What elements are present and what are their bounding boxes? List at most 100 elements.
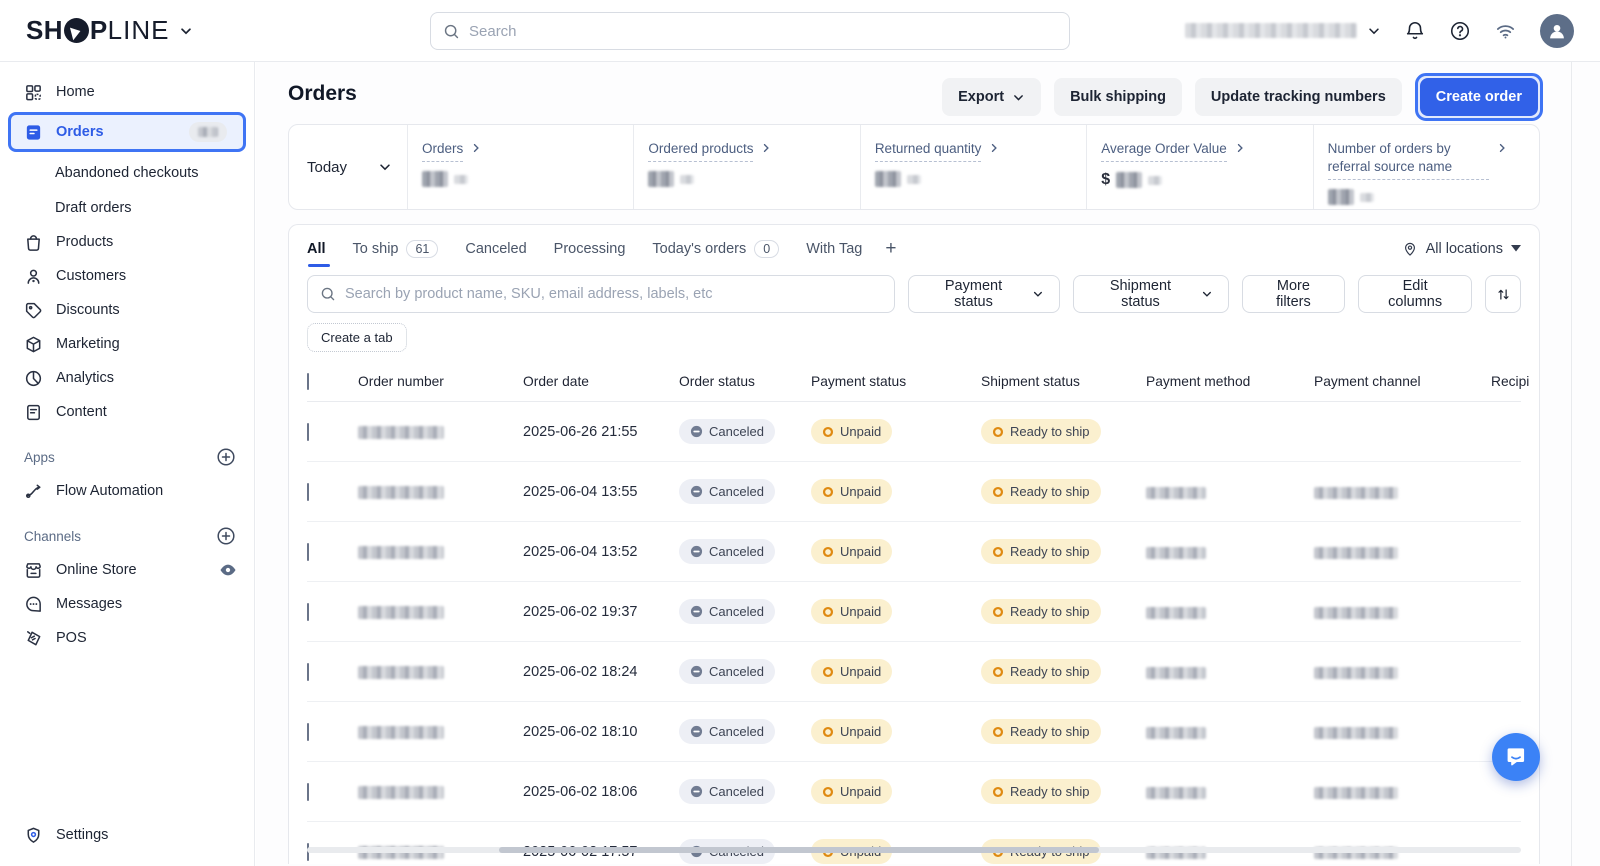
sidebar-item-draft-orders[interactable]: Draft orders bbox=[0, 190, 254, 225]
row-checkbox[interactable] bbox=[307, 723, 309, 741]
payment-channel-redacted bbox=[1314, 607, 1398, 619]
order-row[interactable]: 2025-06-02 17:57 Canceled Unpaid Ready t… bbox=[307, 822, 1521, 864]
shipment-status-dropdown[interactable]: Shipment status bbox=[1073, 275, 1229, 313]
row-checkbox[interactable] bbox=[307, 783, 309, 801]
payment-status-badge: Unpaid bbox=[811, 719, 892, 744]
order-tab[interactable]: All bbox=[307, 225, 326, 272]
sidebar-item-settings[interactable]: Settings bbox=[0, 818, 254, 852]
sidebar-item-analytics[interactable]: Analytics bbox=[0, 361, 254, 395]
create-order-highlight-box: Create order bbox=[1415, 73, 1543, 121]
flow-automation-icon bbox=[24, 482, 43, 501]
location-filter-dropdown[interactable]: All locations bbox=[1402, 241, 1521, 257]
column-header: Order number bbox=[358, 374, 523, 389]
order-number-redacted bbox=[358, 486, 444, 499]
sidebar-item-label: Messages bbox=[56, 596, 238, 612]
sidebar-item-online-store[interactable]: Online Store bbox=[0, 553, 254, 587]
ready-to-ship-icon bbox=[992, 666, 1004, 678]
order-row[interactable]: 2025-06-04 13:52 Canceled Unpaid Ready t… bbox=[307, 522, 1521, 582]
chevron-down-icon bbox=[1511, 245, 1521, 252]
order-row[interactable]: 2025-06-02 18:06 Canceled Unpaid Ready t… bbox=[307, 762, 1521, 822]
sidebar-item-label: Products bbox=[56, 234, 238, 250]
store-name-redacted bbox=[1185, 23, 1357, 38]
date-range-dropdown[interactable]: Today bbox=[289, 125, 408, 209]
chevron-down-icon bbox=[1032, 288, 1044, 300]
more-filters-button[interactable]: More filters bbox=[1242, 275, 1345, 313]
sidebar-item-marketing[interactable]: Marketing bbox=[0, 327, 254, 361]
sidebar-item-products[interactable]: Products bbox=[0, 225, 254, 259]
chevron-right-icon bbox=[760, 142, 772, 154]
order-row[interactable]: 2025-06-26 21:55 Canceled Unpaid Ready t… bbox=[307, 402, 1521, 462]
horizontal-scrollbar-thumb[interactable] bbox=[499, 847, 1099, 853]
vertical-scrollbar-track[interactable] bbox=[1571, 62, 1572, 866]
stat-metric-link[interactable]: Returned quantity bbox=[875, 140, 1001, 162]
order-row[interactable]: 2025-06-04 13:55 Canceled Unpaid Ready t… bbox=[307, 462, 1521, 522]
sidebar-item-customers[interactable]: Customers bbox=[0, 259, 254, 293]
order-row[interactable]: 2025-06-02 18:10 Canceled Unpaid Ready t… bbox=[307, 702, 1521, 762]
help-icon[interactable] bbox=[1449, 20, 1471, 42]
order-status-badge: Canceled bbox=[679, 419, 775, 444]
add-tab-icon[interactable]: + bbox=[885, 238, 896, 260]
notifications-bell-icon[interactable] bbox=[1404, 20, 1426, 42]
row-checkbox[interactable] bbox=[307, 663, 309, 681]
stat-value-redacted bbox=[422, 171, 623, 187]
ready-to-ship-icon bbox=[992, 606, 1004, 618]
stat-value-redacted bbox=[875, 171, 1076, 187]
bulk-shipping-button[interactable]: Bulk shipping bbox=[1054, 78, 1182, 116]
search-icon bbox=[320, 286, 336, 302]
shopline-logo[interactable]: SHPLINE bbox=[0, 15, 193, 46]
stat-metric-link[interactable]: Number of orders by referral source name bbox=[1328, 140, 1508, 180]
payment-status-dropdown[interactable]: Payment status bbox=[908, 275, 1060, 313]
horizontal-scrollbar[interactable] bbox=[307, 847, 1521, 853]
sidebar-item-orders[interactable]: Orders bbox=[11, 115, 243, 149]
account-avatar[interactable] bbox=[1540, 14, 1574, 48]
global-search[interactable] bbox=[430, 12, 1070, 50]
shipment-status-badge: Ready to ship bbox=[981, 419, 1101, 444]
row-checkbox[interactable] bbox=[307, 543, 309, 561]
create-a-tab-button[interactable]: Create a tab bbox=[307, 323, 407, 352]
canceled-icon bbox=[690, 725, 703, 738]
stat-metric-link[interactable]: Average Order Value bbox=[1101, 140, 1246, 162]
order-search[interactable] bbox=[307, 275, 895, 313]
customers-icon bbox=[24, 267, 43, 286]
add-app-icon[interactable] bbox=[216, 447, 236, 467]
edit-columns-button[interactable]: Edit columns bbox=[1358, 275, 1472, 313]
stat-metric-link[interactable]: Ordered products bbox=[648, 140, 772, 162]
order-tab[interactable]: Processing bbox=[554, 225, 626, 272]
select-all-checkbox[interactable] bbox=[307, 373, 309, 390]
sort-button[interactable] bbox=[1485, 275, 1521, 313]
global-search-input[interactable] bbox=[469, 23, 1057, 40]
order-date: 2025-06-02 18:06 bbox=[523, 784, 679, 800]
sidebar-item-pos[interactable]: POS bbox=[0, 621, 254, 655]
add-channel-icon[interactable] bbox=[216, 526, 236, 546]
export-button[interactable]: Export bbox=[942, 78, 1041, 116]
store-switcher[interactable] bbox=[1185, 23, 1381, 38]
support-chat-button[interactable] bbox=[1492, 733, 1540, 781]
payment-method-redacted bbox=[1146, 607, 1206, 619]
order-tab[interactable]: With Tag bbox=[806, 225, 862, 272]
sidebar-item-abandoned-checkouts[interactable]: Abandoned checkouts bbox=[0, 155, 254, 190]
order-tab[interactable]: Canceled bbox=[465, 225, 526, 272]
row-checkbox[interactable] bbox=[307, 603, 309, 621]
payment-status-badge: Unpaid bbox=[811, 659, 892, 684]
sidebar-item-content[interactable]: Content bbox=[0, 395, 254, 429]
sidebar-item-discounts[interactable]: Discounts bbox=[0, 293, 254, 327]
view-store-eye-icon[interactable] bbox=[218, 560, 238, 580]
order-search-input[interactable] bbox=[345, 286, 882, 302]
wifi-status-icon[interactable] bbox=[1494, 19, 1517, 42]
order-status-badge: Canceled bbox=[679, 779, 775, 804]
sidebar-item-messages[interactable]: Messages bbox=[0, 587, 254, 621]
column-header: Shipment status bbox=[981, 374, 1146, 389]
content-doc-icon bbox=[24, 403, 43, 422]
order-tab[interactable]: To ship 61 bbox=[353, 225, 439, 272]
sidebar-item-flow-automation[interactable]: Flow Automation bbox=[0, 474, 254, 508]
update-tracking-button[interactable]: Update tracking numbers bbox=[1195, 78, 1402, 116]
order-tab[interactable]: Today's orders 0 bbox=[652, 225, 779, 272]
row-checkbox[interactable] bbox=[307, 423, 309, 441]
chevron-down-icon bbox=[378, 160, 392, 174]
create-order-button[interactable]: Create order bbox=[1420, 78, 1538, 116]
order-row[interactable]: 2025-06-02 18:24 Canceled Unpaid Ready t… bbox=[307, 642, 1521, 702]
stat-metric-link[interactable]: Orders bbox=[422, 140, 482, 162]
order-row[interactable]: 2025-06-02 19:37 Canceled Unpaid Ready t… bbox=[307, 582, 1521, 642]
row-checkbox[interactable] bbox=[307, 483, 309, 501]
sidebar-item-home[interactable]: Home bbox=[0, 75, 254, 109]
